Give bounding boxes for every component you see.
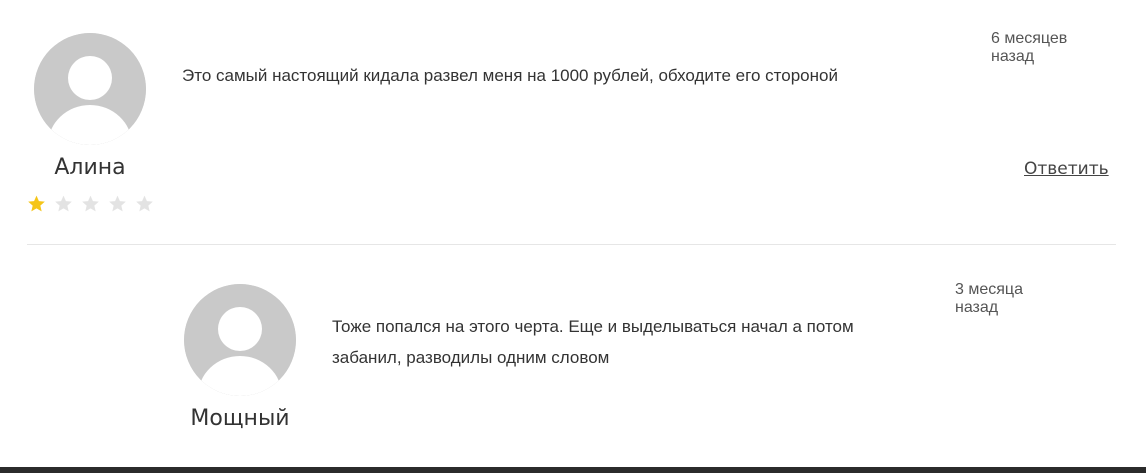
- comment-text: Тоже попался на этого черта. Еще и выдел…: [332, 311, 932, 373]
- comment-time-line: 3 месяца: [955, 281, 1023, 298]
- comment-author: Мощный: [190, 406, 290, 431]
- footer-bar: [0, 467, 1146, 473]
- comment-text-line: Тоже попался на этого черта. Еще и выдел…: [332, 317, 854, 336]
- reply-button[interactable]: Ответить: [1024, 159, 1109, 179]
- comment-time-line: назад: [955, 299, 999, 316]
- comment-time-line: 6 месяцев: [991, 30, 1068, 47]
- comment-time-line: назад: [991, 48, 1035, 65]
- comment-author: Алина: [54, 155, 126, 180]
- comment-time: 6 месяцев назад: [991, 30, 1067, 66]
- star-empty-icon: [82, 195, 99, 212]
- star-empty-icon: [55, 195, 72, 212]
- star-filled-icon: [28, 195, 45, 212]
- comment-time: 3 месяца назад: [955, 281, 1023, 317]
- rating-stars: [26, 194, 155, 214]
- comment-text-line: забанил, разводилы одним словом: [332, 348, 610, 367]
- divider: [27, 244, 1116, 245]
- comment-text-line: Это самый настоящий кидала развел меня н…: [182, 66, 838, 85]
- star-empty-icon: [136, 195, 153, 212]
- star-empty-icon: [109, 195, 126, 212]
- user-avatar-icon: [34, 33, 146, 145]
- user-avatar-icon: [184, 284, 296, 396]
- comment-text: Это самый настоящий кидала развел меня н…: [182, 60, 942, 91]
